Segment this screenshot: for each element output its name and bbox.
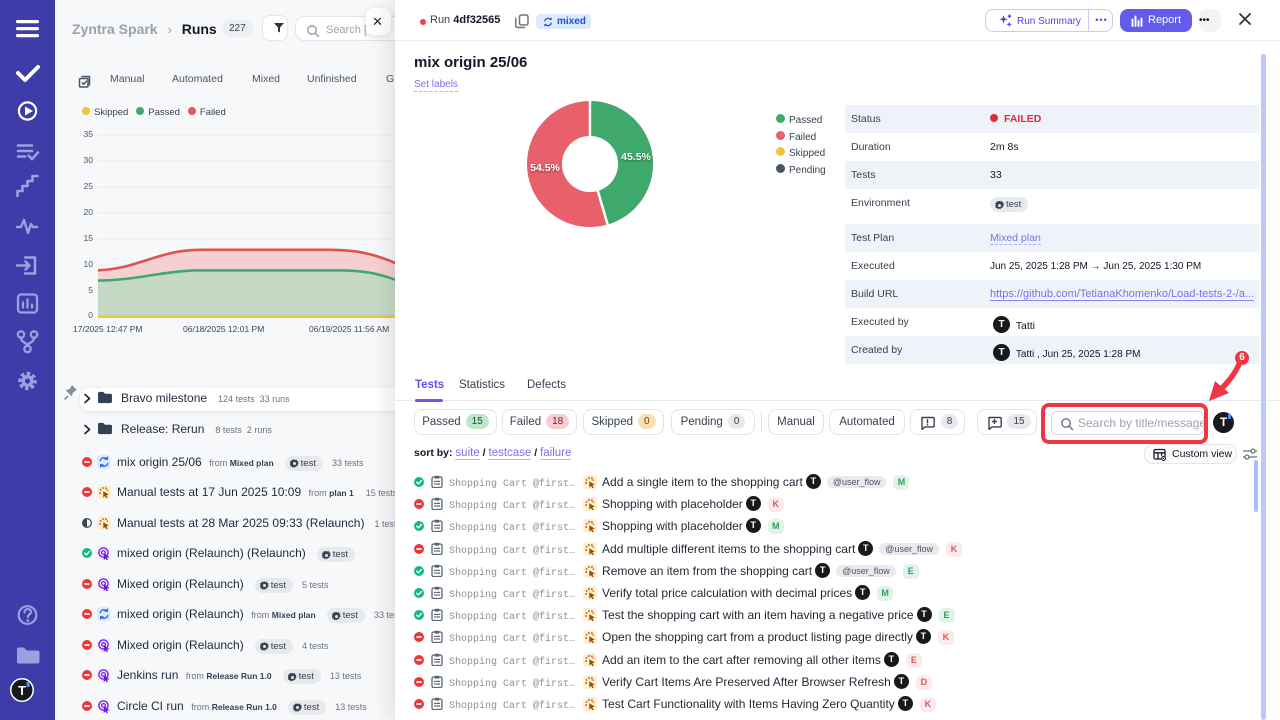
svg-text:T: T <box>18 683 26 698</box>
svg-text:45.5%: 45.5% <box>621 151 651 163</box>
svg-text:54.5%: 54.5% <box>530 162 560 174</box>
